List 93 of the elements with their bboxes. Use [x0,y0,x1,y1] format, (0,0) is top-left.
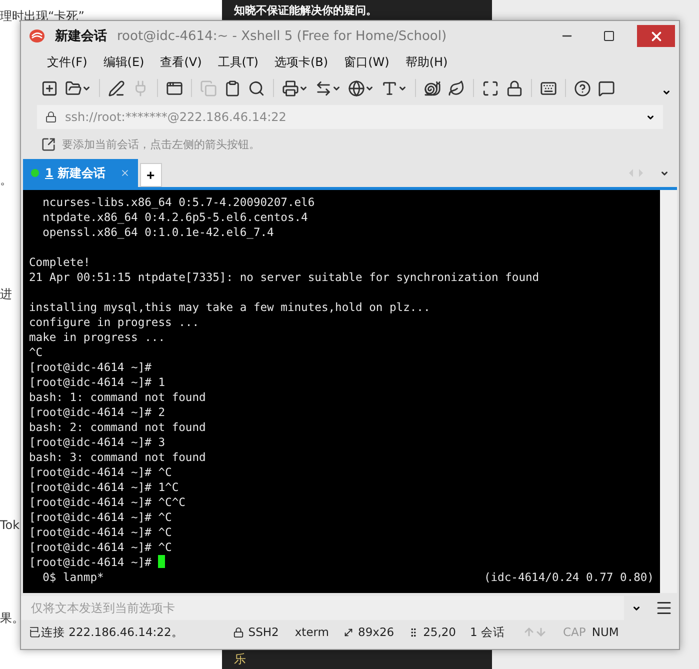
close-icon[interactable] [120,168,130,178]
terminal-line: openssl.x86_64 0:1.0.1e-42.el6_7.4 [42,225,275,240]
page-text: 进 [0,286,12,303]
window-icon [166,80,183,96]
terminal-line: [root@idc-4614 ~]# 1^C [29,480,180,495]
folder-icon [65,80,82,96]
terminal-line: ncurses-libs.x86_64 0:5.7-4.20090207.el6 [42,195,316,210]
menu-icon[interactable] [655,599,673,617]
scrollbar[interactable] [660,190,677,593]
terminal-line: Complete! [29,255,92,270]
tab-label: 1 新建会话 [45,164,106,182]
caret-icon [82,84,91,92]
num-lock-indicator: NUM [592,625,619,639]
terminal-line: [root@idc-4614 ~]# [29,360,152,375]
lock-icon [233,626,244,638]
terminal-line: [root@idc-4614 ~]# 1 [29,375,166,390]
load-average: (idc-4614/0.24 0.77 0.80) [484,570,654,585]
session-name: 新建会话 [55,28,107,45]
hint-text: 要添加当前会话，点击左侧的箭头按钮。 [62,136,260,152]
terminal-line: [root@idc-4614 ~]# [29,555,660,570]
new-session-icon [41,80,58,96]
protocol: SSH2 [248,625,279,639]
copy-icon [200,80,217,96]
page-text: 果。 [0,610,24,627]
menu-item[interactable]: 帮助(H) [399,52,454,72]
terminal-line: [root@idc-4614 ~]# ^C [29,465,173,480]
chat-icon [598,80,615,96]
window-title: root@idc-4614:~ - Xshell 5 (Free for Home/School) [117,28,448,44]
globe-icon [348,80,365,96]
menu-item[interactable]: 选项卡(B) [268,52,334,72]
terminal-line: bash: 3: command not found [29,450,207,465]
terminal-line: installing mysql,this may take a few minutes,hold on plz... [29,300,432,315]
cursor-position: 25,20 [423,625,456,639]
panel-text: 乐 [234,651,246,668]
caps-lock-indicator: CAP [563,625,586,639]
page-text: 。 [0,172,12,189]
terminal-line: configure in progress ... [29,315,200,330]
terminal-line: [root@idc-4614 ~]# 3 [29,435,166,450]
caret-icon[interactable] [646,112,655,122]
terminal-line: 21 Apr 00:51:15 ntpdate[7335]: no server suitable for synchronization found [29,270,540,285]
resize-icon [343,626,354,638]
lock-icon [506,80,523,96]
terminal-line: [root@idc-4614 ~]# ^C [29,540,173,555]
caret-icon[interactable] [660,168,669,178]
terminal-line: [root@idc-4614 ~]# 2 [29,405,166,420]
snail-icon [424,80,441,96]
caret-icon [365,84,374,92]
caret-icon [398,84,407,92]
search-icon [248,80,265,96]
maximize-icon [603,30,615,42]
cursor [158,555,166,568]
lock-icon [45,111,57,123]
menu-item[interactable]: 文件(F) [41,52,94,72]
terminal-line: bash: 1: command not found [29,390,207,405]
printer-icon [282,80,299,96]
page-text: Tok [0,518,20,532]
keyboard-icon [540,80,557,96]
terminal-line: [root@idc-4614 ~]# ^C^C [29,495,186,510]
terminal-line: [root@idc-4614 ~]# ^C [29,510,173,525]
caret-icon [332,84,341,92]
add-session-icon[interactable] [41,136,56,152]
font-icon [381,80,398,96]
terminal-line: ntpdate.x86_64 0:4.2.6p5-5.el6.centos.4 [42,210,309,225]
session-count: 1 会话 [470,624,505,640]
clipboard-icon [224,80,241,96]
terminal-line: bash: 2: command not found [29,420,207,435]
transfer-icon [315,80,332,96]
new-tab-button[interactable]: + [140,163,162,187]
terminal[interactable] [23,190,660,593]
panel-text: 知晓不保证能解决你的疑问。 [234,2,377,18]
session-tab[interactable]: 1 新建会话 [23,159,138,187]
terminal-line: make in progress ... [29,330,166,345]
connection-status: 已连接 222.186.46.14:22。 [29,624,184,640]
close-button[interactable] [637,25,675,47]
app-logo-icon [29,29,45,43]
send-field[interactable]: 仅将文本发送到当前选项卡 [21,596,624,620]
terminal-size: 89x26 [358,625,394,639]
leaf-icon [448,80,465,96]
caret-icon [299,84,308,92]
help-icon [574,80,591,96]
caret-icon[interactable] [662,88,671,97]
menu-item[interactable]: 编辑(E) [97,52,150,72]
pen-icon [108,80,125,96]
caret-icon[interactable] [632,604,641,612]
window-list: 0$ lanmp* [29,570,104,585]
terminal-type: xterm [294,625,329,639]
menu-item[interactable]: 工具(T) [212,52,264,72]
menu-item[interactable]: 窗口(W) [338,52,396,72]
address-text: ssh://root:*******@222.186.46.14:22 [65,110,288,124]
fullscreen-icon [482,80,499,96]
terminal-line: [root@idc-4614 ~]# ^C [29,525,173,540]
menu-item[interactable]: 查看(V) [154,52,208,72]
terminal-line: ^C [29,345,44,360]
